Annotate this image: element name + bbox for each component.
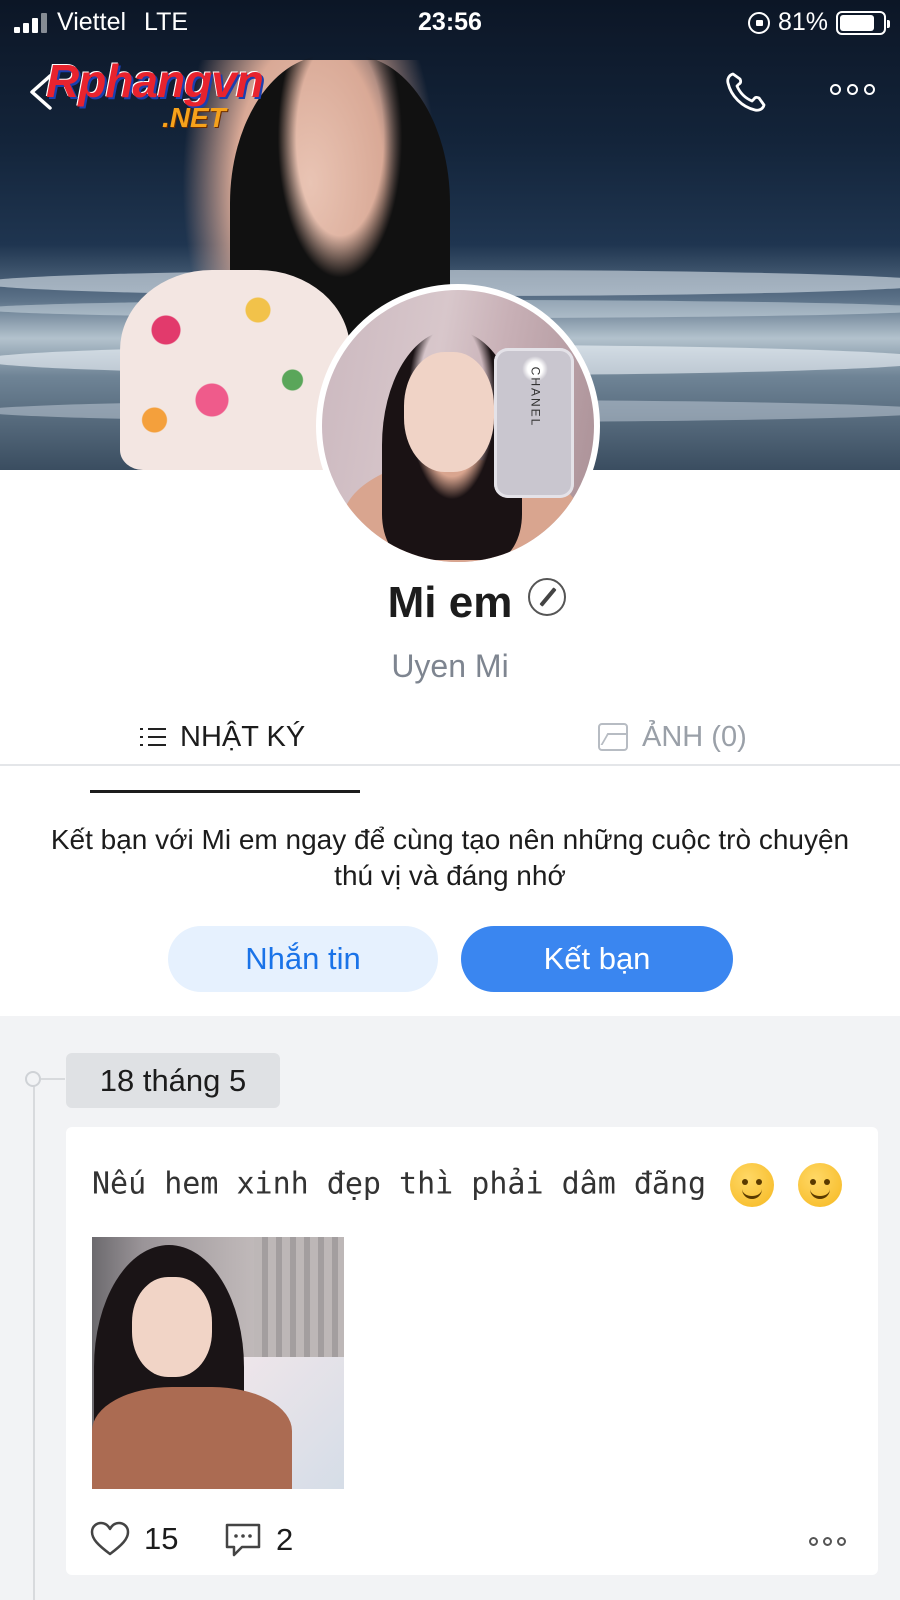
post-card[interactable]: Nếu hem xinh đẹp thì phải dâm đãng 15 2	[66, 1127, 878, 1575]
post-text-row: Nếu hem xinh đẹp thì phải dâm đãng	[92, 1163, 843, 1207]
post-text: Nếu hem xinh đẹp thì phải dâm đãng	[92, 1166, 707, 1202]
comment-icon	[225, 1523, 261, 1557]
image-icon	[598, 723, 628, 751]
timeline-line	[33, 1080, 35, 1600]
tab-photos-label: ẢNH (0)	[642, 720, 747, 753]
active-tab-indicator	[90, 790, 360, 793]
timeline-connector	[41, 1078, 65, 1080]
post-photo[interactable]	[92, 1237, 344, 1489]
message-button[interactable]: Nhắn tin	[168, 926, 438, 992]
list-icon	[140, 726, 166, 748]
rotation-lock-icon	[747, 11, 770, 34]
add-friend-button[interactable]: Kết bạn	[461, 926, 733, 992]
comment-button[interactable]: 2	[224, 1521, 293, 1559]
comment-count: 2	[276, 1522, 294, 1557]
winking-face-emoji	[798, 1163, 843, 1207]
logo-main-text: Rphangvn	[46, 55, 264, 107]
watermark-logo: Rphangvn .NET	[46, 55, 264, 133]
friend-invite-text: Kết bạn với Mi em ngay để cùng tạo nên n…	[50, 824, 850, 891]
photo-curtain	[254, 1237, 344, 1367]
display-name: Mi em	[387, 578, 513, 627]
more-options-icon[interactable]	[830, 84, 875, 95]
cover-dress	[120, 270, 350, 470]
logo-sub-text: .NET	[162, 102, 226, 133]
avatar[interactable]: CHANEL	[316, 284, 600, 568]
smiling-face-emoji	[730, 1163, 775, 1207]
avatar-case-text: CHANEL	[528, 366, 543, 428]
tab-diary[interactable]: NHẬT KÝ	[140, 708, 305, 766]
tab-photos[interactable]: ẢNH (0)	[598, 708, 747, 766]
real-name: Uyen Mi	[391, 648, 509, 684]
tab-diary-label: NHẬT KÝ	[180, 720, 306, 753]
like-button[interactable]: 15	[90, 1521, 178, 1557]
battery-icon	[836, 10, 890, 35]
heart-icon	[90, 1521, 130, 1556]
date-label: 18 tháng 5	[66, 1053, 280, 1108]
photo-top	[92, 1387, 292, 1489]
post-more-icon[interactable]	[809, 1537, 846, 1546]
battery-percent: 81%	[777, 8, 828, 36]
status-bar: Viettel LTE 23:56 81%	[0, 0, 900, 44]
profile-tabs: NHẬT KÝ ẢNH (0)	[0, 708, 900, 766]
like-count: 15	[144, 1521, 179, 1556]
timeline-dot	[25, 1071, 41, 1087]
photo-face	[132, 1277, 212, 1377]
avatar-face	[404, 352, 494, 472]
phone-icon[interactable]	[724, 70, 768, 114]
post-actions: 15 2	[90, 1521, 850, 1565]
edit-name-icon[interactable]	[528, 578, 566, 616]
